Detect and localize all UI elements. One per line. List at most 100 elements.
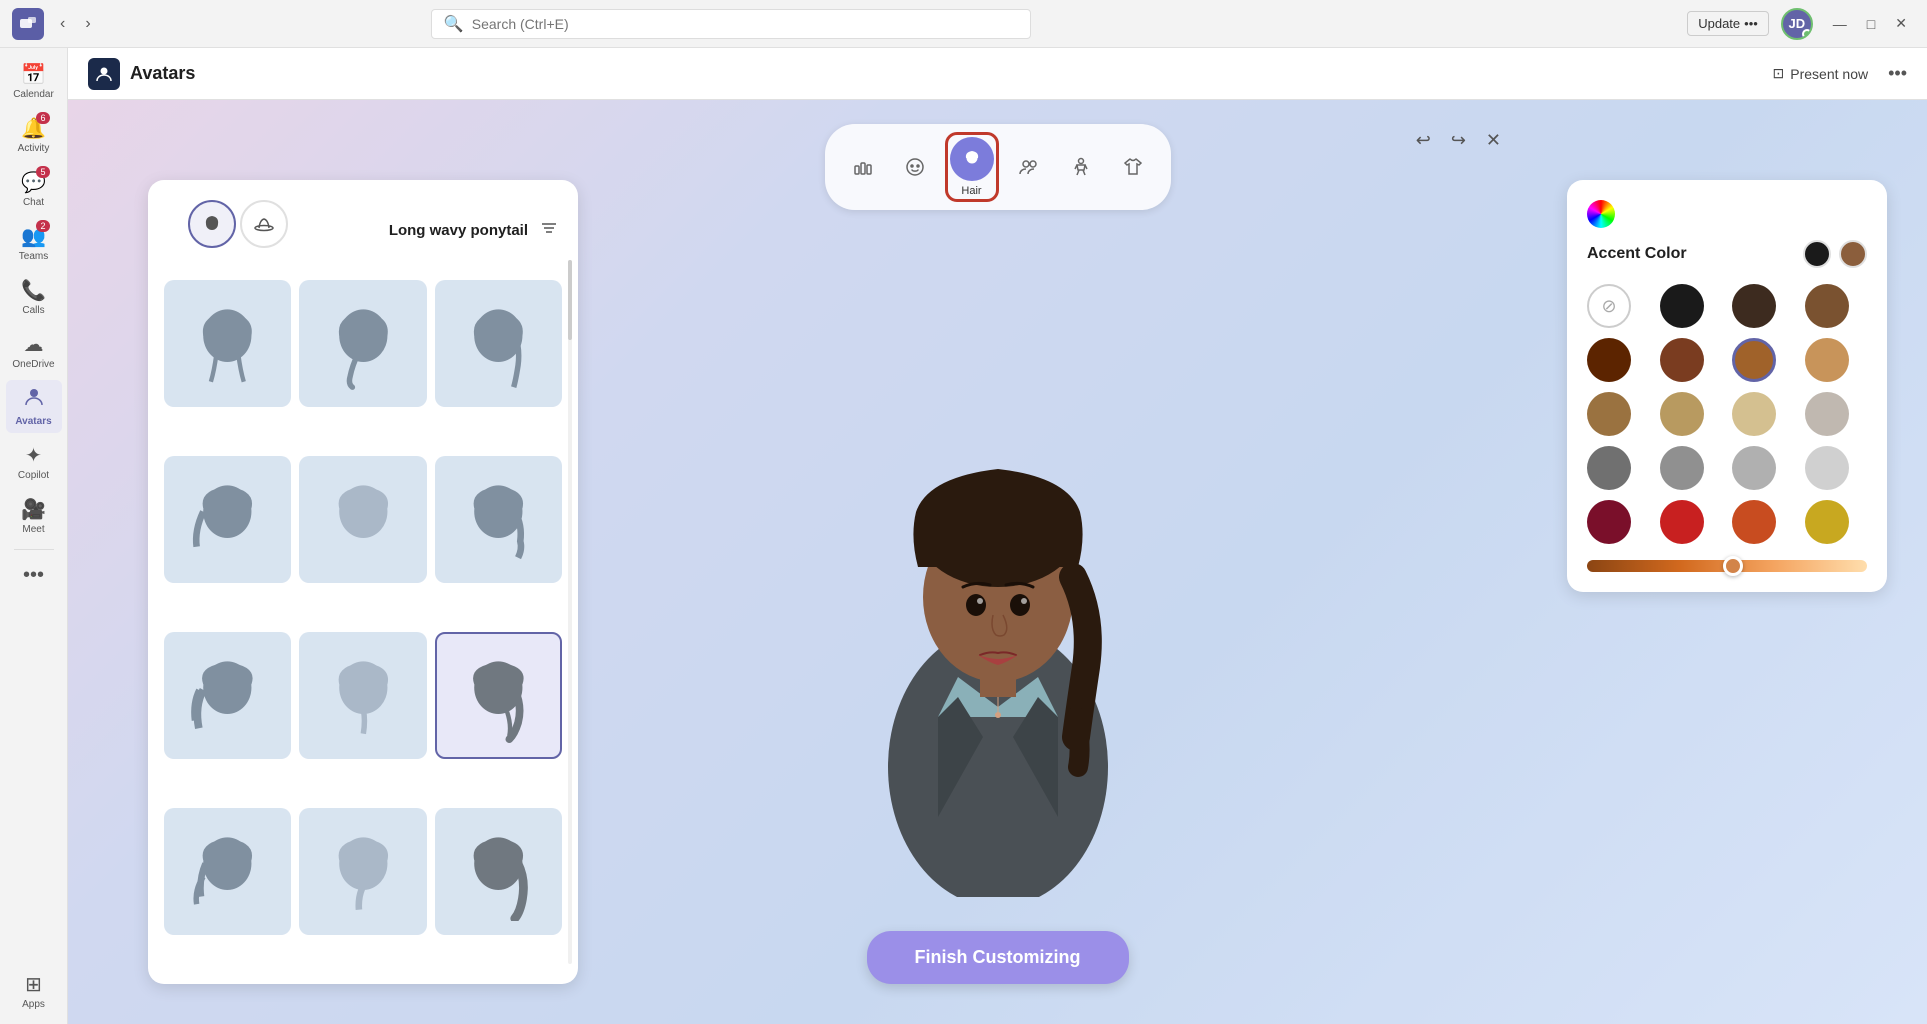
color-panel-header: Accent Color (1587, 240, 1867, 268)
toolbar-hair-frame: Hair (945, 132, 999, 202)
color-swatch-light-golden[interactable] (1660, 392, 1704, 436)
color-slider-thumb[interactable] (1723, 556, 1743, 576)
avatar-customizer: Hair (68, 100, 1927, 1024)
color-swatch-golden-brown[interactable] (1587, 392, 1631, 436)
color-swatch-medium-gray[interactable] (1660, 446, 1704, 490)
sidebar-item-onedrive[interactable]: ☁ OneDrive (6, 326, 62, 376)
apps-icon: ⊞ (25, 972, 42, 997)
color-swatch-medium-brown[interactable] (1805, 284, 1849, 328)
maximize-button[interactable]: □ (1859, 11, 1883, 36)
color-swatch-light-silver[interactable] (1732, 446, 1776, 490)
present-now-button[interactable]: ⊡ Present now (1765, 61, 1877, 86)
color-preview-warm[interactable] (1839, 240, 1867, 268)
color-swatch-brown[interactable] (1660, 338, 1704, 382)
color-swatch-pale-blonde[interactable] (1732, 392, 1776, 436)
minimize-button[interactable]: — (1825, 11, 1855, 36)
forward-button[interactable]: › (77, 11, 98, 37)
meet-icon: 🎥 (21, 497, 46, 522)
toolbar-group-button[interactable] (1007, 145, 1051, 189)
color-swatch-bright-red[interactable] (1660, 500, 1704, 544)
sidebar-item-teams[interactable]: 👥 2 Teams (6, 218, 62, 268)
sidebar-item-avatars[interactable]: Avatars (6, 380, 62, 433)
page-title: Avatars (130, 63, 195, 84)
color-swatch-warm-brown[interactable] (1732, 338, 1776, 382)
avatar-svg (828, 337, 1168, 897)
color-grid: ⊘ (1587, 284, 1867, 544)
online-status (1802, 29, 1812, 39)
color-swatch-white-silver[interactable] (1805, 446, 1849, 490)
close-customizer-button[interactable]: ✕ (1480, 124, 1507, 157)
search-input[interactable] (472, 16, 1018, 32)
sidebar-label-apps: Apps (22, 999, 45, 1010)
app-header-right: ⊡ Present now ••• (1765, 61, 1907, 86)
sidebar-item-more[interactable]: ••• (6, 558, 62, 593)
main-layout: 📅 Calendar 🔔 6 Activity 💬 5 Chat 👥 2 Tea… (0, 48, 1927, 1024)
color-swatch-dark-reddish[interactable] (1587, 338, 1631, 382)
window-controls: — □ ✕ (1825, 11, 1915, 36)
color-swatch-none[interactable]: ⊘ (1587, 284, 1631, 328)
toolbar-body-wrap (1059, 145, 1103, 189)
sidebar-item-activity[interactable]: 🔔 6 Activity (6, 110, 62, 160)
color-swatch-dark-gray[interactable] (1587, 446, 1631, 490)
sidebar-label-onedrive: OneDrive (12, 359, 54, 370)
calendar-icon: 📅 (21, 62, 46, 87)
toolbar-gesture-wrap (841, 145, 885, 189)
sidebar-item-apps[interactable]: ⊞ Apps (6, 966, 62, 1016)
sidebar-label-activity: Activity (18, 143, 50, 154)
teams-logo (12, 8, 44, 40)
sidebar-label-copilot: Copilot (18, 470, 49, 481)
app-icon (88, 58, 120, 90)
sidebar-label-calendar: Calendar (13, 89, 54, 100)
color-swatch-black[interactable] (1660, 284, 1704, 328)
sidebar-item-meet[interactable]: 🎥 Meet (6, 491, 62, 541)
search-bar[interactable]: 🔍 (431, 9, 1031, 39)
toolbar-hair-label: Hair (961, 185, 981, 197)
toolbar-body-button[interactable] (1059, 145, 1103, 189)
toolbar-face-wrap (893, 145, 937, 189)
customizer-toolbar: Hair (825, 124, 1171, 210)
back-button[interactable]: ‹ (52, 11, 73, 37)
sidebar-label-meet: Meet (22, 524, 44, 535)
color-swatch-tan[interactable] (1805, 338, 1849, 382)
calls-icon: 📞 (21, 278, 46, 303)
titlebar: ‹ › 🔍 Update ••• JD — □ ✕ (0, 0, 1927, 48)
present-now-label: Present now (1790, 66, 1868, 82)
right-toolbar: ↩ ↪ ✕ (1410, 124, 1507, 157)
more-icon: ••• (23, 564, 44, 587)
app-header-left: Avatars (88, 58, 195, 90)
color-slider[interactable] (1587, 560, 1867, 572)
toolbar-hair-wrap: Hair (950, 137, 994, 197)
color-panel-title: Accent Color (1587, 245, 1687, 263)
color-swatch-dark-red[interactable] (1587, 500, 1631, 544)
toolbar-hair-button[interactable] (950, 137, 994, 181)
toolbar-face-button[interactable] (893, 145, 937, 189)
sidebar-label-calls: Calls (22, 305, 44, 316)
sidebar-item-calls[interactable]: 📞 Calls (6, 272, 62, 322)
color-swatch-orange-red[interactable] (1732, 500, 1776, 544)
sidebar-label-avatars: Avatars (15, 416, 51, 427)
color-swatch-light-gray[interactable] (1805, 392, 1849, 436)
nav-buttons: ‹ › (52, 11, 99, 37)
undo-button[interactable]: ↩ (1410, 124, 1437, 157)
update-label: Update (1698, 16, 1740, 31)
color-preview-dark[interactable] (1803, 240, 1831, 268)
more-options-button[interactable]: ••• (1888, 63, 1907, 84)
toolbar-shirt-wrap (1111, 145, 1155, 189)
color-swatch-gold[interactable] (1805, 500, 1849, 544)
multicolor-icon (1587, 200, 1615, 228)
update-button[interactable]: Update ••• (1687, 11, 1769, 36)
sidebar-item-copilot[interactable]: ✦ Copilot (6, 437, 62, 487)
finish-customizing-button[interactable]: Finish Customizing (867, 931, 1129, 984)
sidebar-item-chat[interactable]: 💬 5 Chat (6, 164, 62, 214)
toolbar-gesture-button[interactable] (841, 145, 885, 189)
close-button[interactable]: ✕ (1887, 11, 1915, 36)
toolbar-shirt-button[interactable] (1111, 145, 1155, 189)
present-now-icon: ⊡ (1773, 65, 1785, 82)
redo-button[interactable]: ↪ (1445, 124, 1472, 157)
onedrive-icon: ☁ (24, 332, 44, 357)
user-avatar[interactable]: JD (1781, 8, 1813, 40)
sidebar-item-calendar[interactable]: 📅 Calendar (6, 56, 62, 106)
activity-badge: 6 (36, 112, 50, 124)
teams-nav-icon: 👥 2 (21, 224, 46, 249)
color-swatch-dark-brown[interactable] (1732, 284, 1776, 328)
